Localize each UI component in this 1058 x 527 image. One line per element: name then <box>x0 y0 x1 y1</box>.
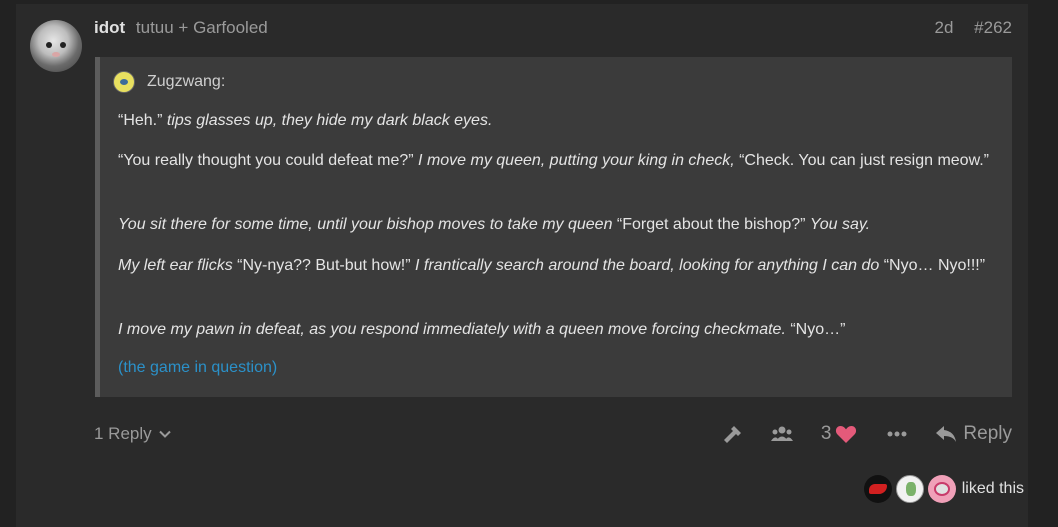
heart-icon[interactable] <box>835 424 857 444</box>
avatar-nose <box>52 52 60 57</box>
quote-paragraph: You sit there for some time, until your … <box>118 213 992 236</box>
quote-paragraph: My left ear flicks “Ny-nya?? But-but how… <box>118 254 992 277</box>
italic-text: My left ear flicks <box>118 257 233 274</box>
quoted-speech: “Heh.” <box>118 112 167 129</box>
post-actions: 3 Reply <box>723 420 1012 448</box>
like-count[interactable]: 3 <box>821 423 832 445</box>
group-icon[interactable] <box>770 426 793 442</box>
italic-text: You sit there for some time, until your … <box>118 216 613 233</box>
quote-author-avatar[interactable] <box>113 71 135 93</box>
liker-avatar[interactable] <box>863 475 892 503</box>
post-author: idot tutuu + Garfooled <box>94 18 268 38</box>
replies-toggle[interactable]: 1 Reply <box>94 424 172 444</box>
liker-avatar[interactable] <box>927 475 956 503</box>
post-date[interactable]: 2d <box>935 18 954 37</box>
quote-block: Zugzwang: “Heh.” tips glasses up, they h… <box>95 57 1012 397</box>
reply-button[interactable]: Reply <box>935 423 1012 445</box>
replies-count: 1 Reply <box>94 424 152 443</box>
quoted-speech: “Nyo… Nyo!!!” <box>879 257 986 274</box>
liked-by: liked this <box>863 475 1024 503</box>
quoted-speech: “You really thought you could defeat me?… <box>118 152 419 169</box>
post-meta: 2d #262 <box>935 18 1012 38</box>
quoted-speech: “Nyo…” <box>785 321 846 338</box>
quote-author: Zugzwang: <box>147 73 226 90</box>
liked-this-label: liked this <box>961 480 1024 497</box>
chevron-down-icon <box>158 430 171 438</box>
italic-text: I frantically search around the board, l… <box>414 257 880 274</box>
italic-text: I move my queen, putting your king in ch… <box>418 152 735 169</box>
quoted-speech: “Forget about the bishop?” <box>612 216 810 233</box>
reply-icon <box>936 426 957 442</box>
quote-paragraph: I move my pawn in defeat, as you respond… <box>118 318 992 341</box>
italic-text: I move my pawn in defeat, as you respond… <box>118 321 786 338</box>
wrench-icon[interactable] <box>723 424 743 444</box>
username-link[interactable]: idot <box>94 18 125 37</box>
avatar-eye <box>46 42 52 48</box>
reply-label: Reply <box>963 423 1012 444</box>
italic-text: tips glasses up, they hide my dark black… <box>166 112 493 129</box>
avatar-eye <box>60 42 66 48</box>
italic-text: You say. <box>809 216 871 233</box>
post-number[interactable]: #262 <box>974 18 1012 37</box>
game-link[interactable]: (the game in question) <box>118 359 277 377</box>
quote-header: Zugzwang: <box>113 69 994 95</box>
quote-paragraph: “You really thought you could defeat me?… <box>118 149 992 172</box>
quoted-speech: “Check. You can just resign meow.” <box>734 152 990 169</box>
user-full-name: tutuu + Garfooled <box>135 18 268 37</box>
quote-paragraph: “Heh.” tips glasses up, they hide my dar… <box>118 109 992 132</box>
user-avatar[interactable] <box>30 20 82 72</box>
ellipsis-icon[interactable] <box>887 431 907 437</box>
liker-avatar[interactable] <box>895 475 924 503</box>
quoted-speech: “Ny-nya?? But-but how!” <box>232 257 415 274</box>
